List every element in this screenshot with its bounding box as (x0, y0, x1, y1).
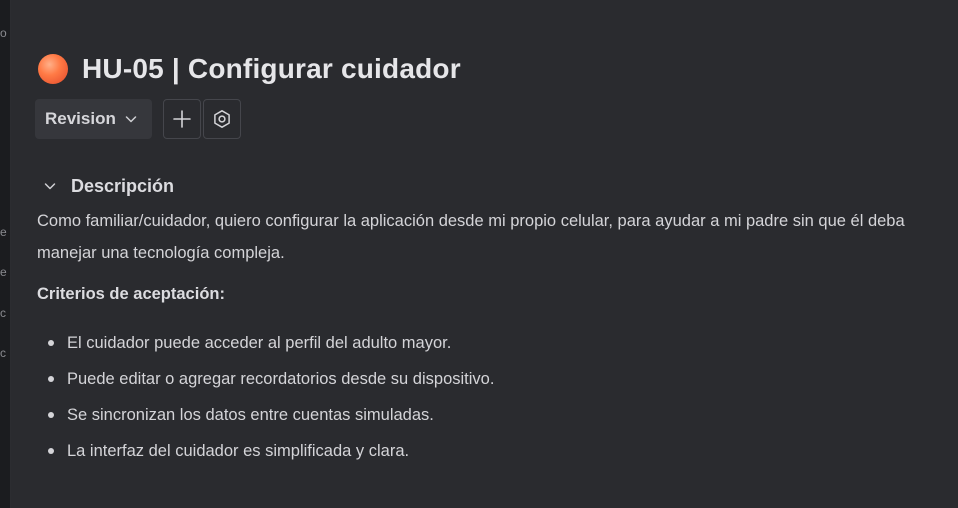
settings-button[interactable] (202, 99, 241, 139)
left-panel-text-fragment: o (0, 26, 7, 40)
work-item-title[interactable]: HU-05 | Configurar cuidador (82, 53, 461, 85)
acceptance-criterion: El cuidador puede acceder al perfil del … (37, 326, 494, 362)
chevron-down-icon (43, 179, 57, 193)
status-dropdown-label: Revision (45, 109, 116, 128)
plus-icon (172, 109, 192, 129)
acceptance-criterion: Se sincronizan los datos entre cuentas s… (37, 398, 494, 434)
acceptance-criterion: Puede editar o agregar recordatorios des… (37, 362, 494, 398)
left-panel-text-fragment: c (0, 346, 6, 360)
description-section-toggle[interactable]: Descripción (43, 174, 174, 198)
acceptance-criteria-list: El cuidador puede acceder al perfil del … (37, 326, 494, 470)
work-item-panel: HU-05 | Configurar cuidador Revision Des… (11, 0, 958, 508)
left-panel-text-fragment: e (0, 265, 7, 279)
work-item-header: HU-05 | Configurar cuidador (38, 50, 461, 88)
acceptance-criteria-heading: Criterios de aceptación: (37, 285, 225, 303)
chevron-down-icon (124, 112, 138, 126)
left-panel-edge: o e e c c (0, 0, 11, 508)
add-button[interactable] (162, 99, 201, 139)
work-item-toolbar: Revision (35, 99, 241, 139)
left-panel-text-fragment: e (0, 225, 7, 239)
description-text: Como familiar/cuidador, quiero configura… (37, 212, 905, 262)
status-color-indicator (38, 54, 68, 84)
hexagon-settings-icon (212, 109, 232, 129)
acceptance-criterion: La interfaz del cuidador es simplificada… (37, 434, 494, 470)
left-panel-text-fragment: c (0, 306, 6, 320)
section-title: Descripción (71, 175, 175, 196)
status-dropdown[interactable]: Revision (35, 99, 152, 139)
